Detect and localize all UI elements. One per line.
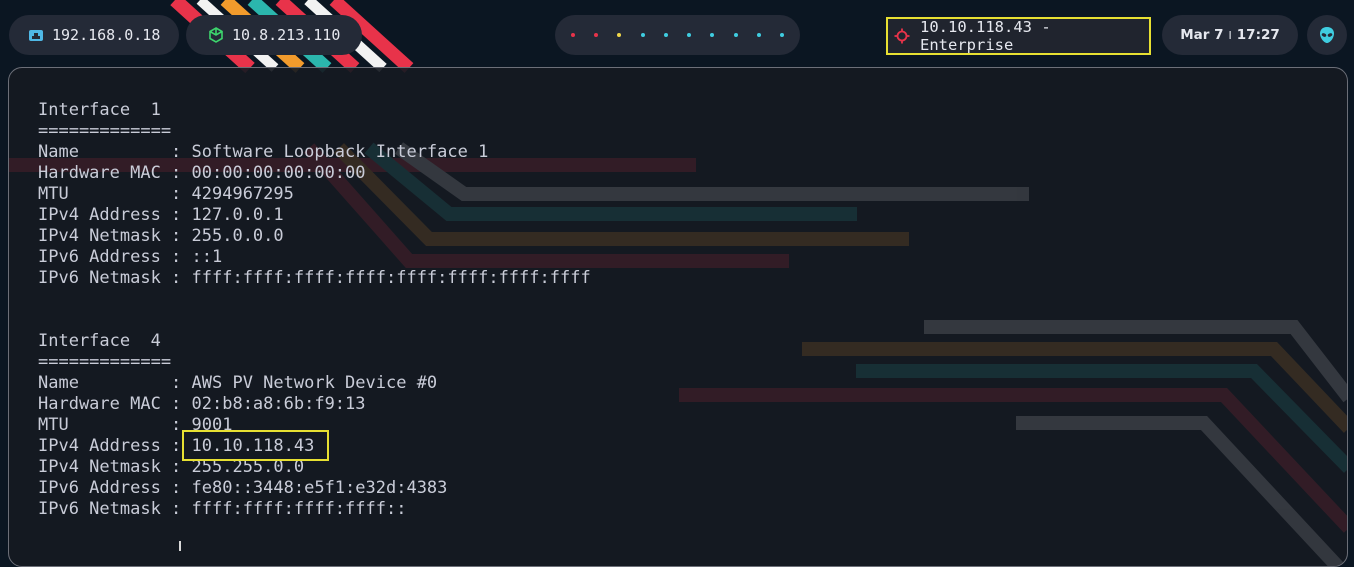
terminal-line: Hardware MAC : 02:b8:a8:6b:f9:13: [38, 394, 366, 414]
workspace-dot[interactable]: [570, 33, 575, 37]
workspace-dot[interactable]: [663, 33, 668, 37]
text-cursor: [179, 541, 181, 551]
terminal-line: =============: [38, 121, 172, 141]
workspace-switcher[interactable]: [555, 15, 800, 55]
target-widget[interactable]: 10.10.118.43 - Enterprise: [886, 17, 1151, 55]
highlight-ipv4-address: [182, 430, 329, 461]
workspace-dot[interactable]: [710, 33, 715, 37]
date-label: Mar 7: [1180, 27, 1224, 43]
menu-widget[interactable]: [1307, 15, 1347, 55]
terminal-line: Interface 4: [38, 331, 161, 351]
vpn-ip-widget[interactable]: 10.8.213.110: [186, 15, 362, 55]
crosshair-icon: [894, 28, 910, 44]
workspace-dot[interactable]: [780, 33, 785, 37]
alien-icon: [1318, 26, 1336, 44]
workspace-dot[interactable]: [687, 33, 692, 37]
terminal-line: =============: [38, 352, 172, 372]
terminal-line: Name : AWS PV Network Device #0: [38, 373, 438, 393]
workspace-dot[interactable]: [733, 33, 738, 37]
workspace-dot[interactable]: [593, 33, 598, 37]
local-ip-label: 192.168.0.18: [52, 26, 161, 44]
cube-icon: [208, 27, 224, 43]
terminal-line: IPv6 Netmask : ffff:ffff:ffff:ffff::: [38, 499, 407, 519]
terminal-line: Name : Software Loopback Interface 1: [38, 142, 489, 162]
local-ip-widget[interactable]: 192.168.0.18: [9, 15, 179, 55]
terminal-line: Hardware MAC : 00:00:00:00:00:00: [38, 163, 366, 183]
terminal-line: Interface 1: [38, 100, 161, 120]
ethernet-icon: [28, 27, 44, 43]
terminal-window[interactable]: Interface 1 ============= Name : Software …: [8, 67, 1348, 567]
workspace-dot[interactable]: [640, 33, 645, 37]
terminal-line: IPv4 Address : 127.0.0.1: [38, 205, 284, 225]
terminal-line: MTU : 4294967295: [38, 184, 294, 204]
clock-widget[interactable]: Mar 7 I 17:27: [1162, 15, 1298, 55]
workspace-dot[interactable]: [757, 33, 762, 37]
terminal-line: IPv6 Address : fe80::3448:e5f1:e32d:4383: [38, 478, 448, 498]
terminal-line: IPv6 Netmask : ffff:ffff:ffff:ffff:ffff:…: [38, 268, 591, 288]
terminal-line: IPv4 Netmask : 255.0.0.0: [38, 226, 284, 246]
time-label: 17:27: [1236, 27, 1280, 43]
vpn-ip-label: 10.8.213.110: [232, 26, 341, 44]
clock-separator: I: [1228, 28, 1232, 42]
terminal-line: IPv6 Address : ::1: [38, 247, 223, 267]
workspace-dot[interactable]: [617, 33, 622, 37]
target-label: 10.10.118.43 - Enterprise: [920, 18, 1051, 54]
